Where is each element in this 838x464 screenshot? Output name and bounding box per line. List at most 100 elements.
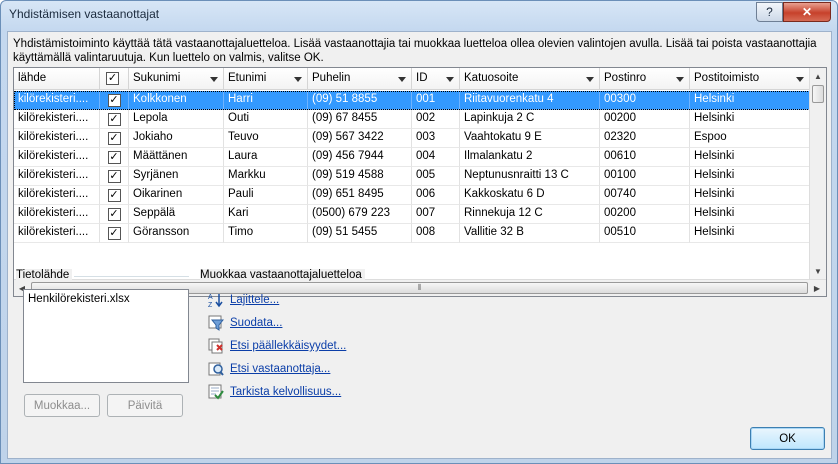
cell-phone: (09) 51 8855 bbox=[308, 91, 412, 110]
cell-id: 007 bbox=[412, 205, 460, 224]
include-checkbox[interactable]: ✓ bbox=[107, 93, 121, 107]
cell-zip: 00740 bbox=[600, 186, 690, 205]
dropdown-arrow-icon[interactable] bbox=[446, 77, 454, 82]
column-header-phone[interactable]: Puhelin bbox=[308, 68, 412, 90]
duplicates-icon bbox=[208, 338, 224, 354]
scroll-down-icon[interactable]: ▼ bbox=[810, 263, 826, 279]
data-source-item[interactable]: Henkilörekisteri.xlsx bbox=[28, 293, 184, 305]
sort-link[interactable]: AZ Lajittele... bbox=[208, 290, 279, 310]
column-header-zip[interactable]: Postinro bbox=[600, 68, 690, 90]
validate-link-label: Tarkista kelvollisuus... bbox=[230, 386, 342, 398]
find-duplicates-link[interactable]: Etsi päällekkäisyydet... bbox=[208, 336, 346, 356]
close-button[interactable]: ✕ bbox=[783, 2, 831, 22]
cell-id: 002 bbox=[412, 110, 460, 129]
include-checkbox[interactable]: ✓ bbox=[107, 226, 121, 240]
cell-last-name: Göransson bbox=[129, 224, 224, 243]
include-checkbox[interactable]: ✓ bbox=[107, 150, 121, 164]
dropdown-arrow-icon[interactable] bbox=[398, 77, 406, 82]
data-source-list[interactable]: Henkilörekisteri.xlsx bbox=[23, 289, 189, 383]
cell-city: Helsinki bbox=[690, 205, 810, 224]
cell-id: 004 bbox=[412, 148, 460, 167]
cell-first-name: Kari bbox=[224, 205, 308, 224]
sort-icon: AZ bbox=[208, 292, 224, 309]
cell-check: ✓ bbox=[100, 186, 129, 205]
cell-check: ✓ bbox=[100, 110, 129, 129]
table-row[interactable]: kilörekisteri.... ✓ Jokiaho Teuvo (09) 5… bbox=[14, 129, 810, 148]
scroll-right-icon[interactable]: ▶ bbox=[809, 280, 825, 296]
refresh-button[interactable]: Päivitä bbox=[107, 394, 183, 417]
help-button[interactable]: ? bbox=[756, 2, 783, 22]
table-row[interactable]: kilörekisteri.... ✓ Oikarinen Pauli (09)… bbox=[14, 186, 810, 205]
include-checkbox[interactable]: ✓ bbox=[107, 131, 121, 145]
recipient-grid[interactable]: lähde ✓ Sukunimi Etunimi Puhelin ID Katu… bbox=[13, 67, 827, 297]
column-header-check[interactable]: ✓ bbox=[100, 68, 129, 90]
dropdown-arrow-icon[interactable] bbox=[676, 77, 684, 82]
cell-zip: 02320 bbox=[600, 129, 690, 148]
cell-first-name: Laura bbox=[224, 148, 308, 167]
sort-link-label: Lajittele... bbox=[230, 294, 280, 306]
cell-last-name: Syrjänen bbox=[129, 167, 224, 186]
column-header-last-name[interactable]: Sukunimi bbox=[129, 68, 224, 90]
include-checkbox[interactable]: ✓ bbox=[107, 112, 121, 126]
cell-source: kilörekisteri.... bbox=[14, 110, 100, 129]
dropdown-arrow-icon[interactable] bbox=[294, 77, 302, 82]
cell-zip: 00200 bbox=[600, 205, 690, 224]
table-row[interactable]: kilörekisteri.... ✓ Göransson Timo (09) … bbox=[14, 224, 810, 243]
cell-zip: 00510 bbox=[600, 224, 690, 243]
cell-check: ✓ bbox=[100, 129, 129, 148]
cell-zip: 00300 bbox=[600, 91, 690, 110]
select-all-checkbox[interactable]: ✓ bbox=[106, 72, 119, 85]
cell-last-name: Seppälä bbox=[129, 205, 224, 224]
table-row[interactable]: kilörekisteri.... ✓ Määttänen Laura (09)… bbox=[14, 148, 810, 167]
dropdown-arrow-icon[interactable] bbox=[796, 77, 804, 82]
validate-addresses-link[interactable]: Tarkista kelvollisuus... bbox=[208, 382, 341, 402]
cell-id: 001 bbox=[412, 91, 460, 110]
refine-group-label: Muokkaa vastaanottajaluetteloa bbox=[200, 269, 365, 281]
cell-city: Helsinki bbox=[690, 91, 810, 110]
table-row[interactable]: kilörekisteri.... ✓ Syrjänen Markku (09)… bbox=[14, 167, 810, 186]
dropdown-arrow-icon[interactable] bbox=[210, 77, 218, 82]
ok-button[interactable]: OK bbox=[750, 427, 825, 450]
include-checkbox[interactable]: ✓ bbox=[107, 188, 121, 202]
cell-first-name: Timo bbox=[224, 224, 308, 243]
cell-id: 003 bbox=[412, 129, 460, 148]
cell-phone: (0500) 679 223 bbox=[308, 205, 412, 224]
cell-phone: (09) 567 3422 bbox=[308, 129, 412, 148]
cell-last-name: Jokiaho bbox=[129, 129, 224, 148]
cell-phone: (09) 51 5455 bbox=[308, 224, 412, 243]
cell-zip: 00200 bbox=[600, 110, 690, 129]
edit-source-button[interactable]: Muokkaa... bbox=[24, 394, 100, 417]
cell-source: kilörekisteri.... bbox=[14, 205, 100, 224]
cell-source: kilörekisteri.... bbox=[14, 167, 100, 186]
svg-text:A: A bbox=[208, 294, 213, 301]
cell-first-name: Markku bbox=[224, 167, 308, 186]
cell-source: kilörekisteri.... bbox=[14, 224, 100, 243]
cell-id: 008 bbox=[412, 224, 460, 243]
column-header-source[interactable]: lähde bbox=[14, 68, 100, 90]
vertical-scrollbar[interactable]: ▲ ▼ bbox=[809, 68, 826, 280]
column-header-city[interactable]: Postitoimisto bbox=[690, 68, 810, 90]
cell-id: 006 bbox=[412, 186, 460, 205]
cell-phone: (09) 67 8455 bbox=[308, 110, 412, 129]
column-header-id[interactable]: ID bbox=[412, 68, 460, 90]
cell-first-name: Harri bbox=[224, 91, 308, 110]
column-header-first-name[interactable]: Etunimi bbox=[224, 68, 308, 90]
title-bar[interactable]: Yhdistämisen vastaanottajat ? ✕ bbox=[1, 1, 837, 29]
include-checkbox[interactable]: ✓ bbox=[107, 169, 121, 183]
table-row[interactable]: kilörekisteri.... ✓ Lepola Outi (09) 67 … bbox=[14, 110, 810, 129]
dropdown-arrow-icon[interactable] bbox=[586, 77, 594, 82]
table-row[interactable]: kilörekisteri.... ✓ Kolkkonen Harri (09)… bbox=[14, 91, 810, 110]
cell-last-name: Lepola bbox=[129, 110, 224, 129]
scroll-up-icon[interactable]: ▲ bbox=[810, 68, 826, 84]
table-row[interactable]: kilörekisteri.... ✓ Seppälä Kari (0500) … bbox=[14, 205, 810, 224]
find-recipient-link[interactable]: Etsi vastaanottaja... bbox=[208, 359, 330, 379]
cell-address: Riitavuorenkatu 4 bbox=[460, 91, 600, 110]
vertical-scroll-thumb[interactable] bbox=[812, 85, 824, 103]
include-checkbox[interactable]: ✓ bbox=[107, 207, 121, 221]
cell-check: ✓ bbox=[100, 148, 129, 167]
cell-address: Vallitie 32 B bbox=[460, 224, 600, 243]
filter-link[interactable]: Suodata... bbox=[208, 313, 282, 333]
help-icon: ? bbox=[766, 5, 773, 19]
find-recipient-link-label: Etsi vastaanottaja... bbox=[230, 363, 331, 375]
column-header-address[interactable]: Katuosoite bbox=[460, 68, 600, 90]
